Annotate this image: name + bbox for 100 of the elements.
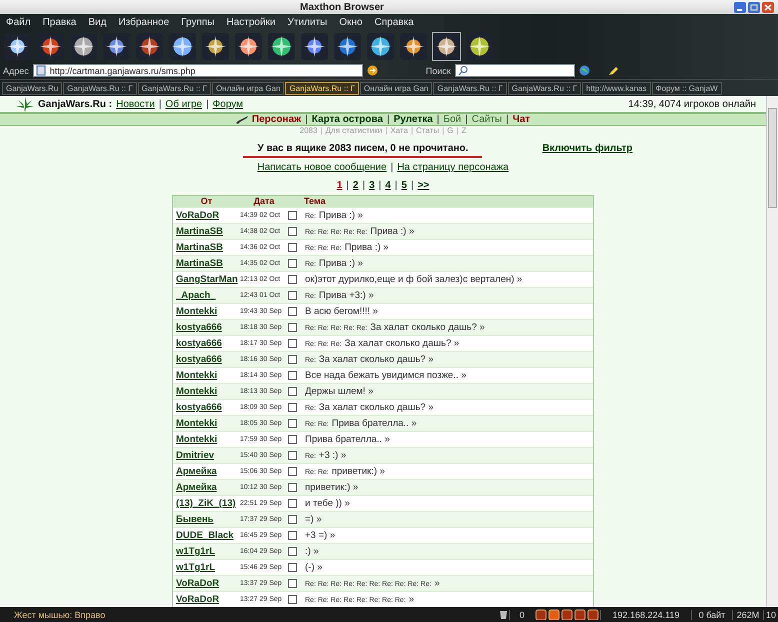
action-link[interactable]: На страницу персонажа (397, 162, 509, 173)
search-field[interactable] (454, 64, 575, 77)
page-link[interactable]: 5 (401, 180, 407, 191)
browser-tab[interactable]: GanjaWars.Ru (2, 82, 62, 94)
filter-link[interactable]: Включить фильтр (542, 143, 632, 154)
menu-item[interactable]: Настройки (226, 17, 276, 28)
sender-link[interactable]: _Apach_ (173, 290, 240, 301)
checkbox[interactable] (288, 307, 297, 316)
browser-tab[interactable]: GanjaWars.Ru :: Г (433, 82, 507, 94)
sender-link[interactable]: kostya666 (173, 402, 240, 413)
checkbox[interactable] (288, 467, 297, 476)
checkbox[interactable] (288, 371, 297, 380)
sender-link[interactable]: GangStarMan (173, 274, 240, 285)
checkbox[interactable] (288, 483, 297, 492)
checkbox[interactable] (288, 355, 297, 364)
sender-link[interactable]: Montekki (173, 306, 240, 317)
checkbox[interactable] (288, 515, 297, 524)
subject-link[interactable]: и тебе )) » (302, 498, 593, 509)
sender-link[interactable]: (13)_ZiK_(13) (173, 498, 240, 509)
subject-link[interactable]: (-) » (302, 562, 593, 573)
sender-link[interactable]: w1Tg1rL (173, 546, 240, 557)
nav-link[interactable]: Сайты (472, 114, 502, 125)
scrollbar[interactable] (766, 96, 778, 607)
sender-link[interactable]: VoRaDoR (173, 594, 240, 605)
checkbox[interactable] (288, 531, 297, 540)
burst-icon[interactable] (103, 33, 130, 60)
globe-icon[interactable] (578, 65, 590, 76)
menu-item[interactable]: Вид (88, 17, 106, 28)
sender-link[interactable]: kostya666 (173, 338, 240, 349)
burst-icon[interactable] (202, 33, 229, 60)
menu-item[interactable]: Файл (6, 17, 31, 28)
browser-tab[interactable]: http://www.kanas (582, 82, 651, 94)
subject-link[interactable]: В асю бегом!!!! » (302, 306, 593, 317)
checkbox[interactable] (288, 595, 297, 604)
checkbox[interactable] (288, 419, 297, 428)
menu-item[interactable]: Справка (374, 17, 414, 28)
subject-link[interactable]: +3 =) » (302, 530, 593, 541)
sender-link[interactable]: VoRaDoR (173, 578, 240, 589)
nav-link[interactable]: Персонаж (252, 114, 302, 125)
browser-tab[interactable]: Форум :: GanjaW (652, 82, 722, 94)
subject-link[interactable]: Держы шлем! » (302, 386, 593, 397)
minimize-icon[interactable] (734, 2, 746, 12)
subject-link[interactable]: Все нада бежать увидимся позже.. » (302, 370, 593, 381)
checkbox[interactable] (288, 211, 297, 220)
burst-icon[interactable] (235, 33, 262, 60)
header-link[interactable]: Новости (116, 98, 155, 110)
burst-icon[interactable] (400, 33, 427, 60)
burst-icon[interactable] (70, 33, 97, 60)
sender-link[interactable]: Montekki (173, 370, 240, 381)
nav-link[interactable]: Рулетка (394, 114, 433, 125)
sender-link[interactable]: kostya666 (173, 354, 240, 365)
checkbox[interactable] (288, 579, 297, 588)
checkbox[interactable] (288, 451, 297, 460)
header-link[interactable]: Об игре (165, 98, 202, 110)
burst-icon[interactable] (37, 33, 64, 60)
header-link[interactable]: Форум (212, 98, 244, 110)
sender-link[interactable]: VoRaDoR (173, 210, 240, 221)
sender-link[interactable]: Montekki (173, 386, 240, 397)
sender-link[interactable]: Бывень (173, 514, 240, 525)
burst-icon[interactable] (301, 33, 328, 60)
menu-item[interactable]: Окно (339, 17, 362, 28)
burst-icon[interactable] (367, 33, 394, 60)
page-link[interactable]: 3 (369, 180, 375, 191)
pencil-icon[interactable] (608, 65, 619, 76)
burst-icon[interactable] (433, 33, 460, 60)
browser-tab[interactable]: GanjaWars.Ru :: Г (285, 82, 359, 94)
address-field[interactable]: http://cartman.ganjawars.ru/sms.php (32, 64, 363, 77)
checkbox[interactable] (288, 339, 297, 348)
sender-link[interactable]: kostya666 (173, 322, 240, 333)
sender-link[interactable]: Dmitriev (173, 450, 240, 461)
subject-link[interactable]: Прива брателла.. » (302, 434, 593, 445)
checkbox[interactable] (288, 403, 297, 412)
menu-item[interactable]: Правка (42, 17, 76, 28)
checkbox[interactable] (288, 547, 297, 556)
page-link[interactable]: 4 (385, 180, 391, 191)
sender-link[interactable]: Montekki (173, 434, 240, 445)
checkbox[interactable] (288, 227, 297, 236)
menu-item[interactable]: Избранное (118, 17, 170, 28)
subject-link[interactable]: :) » (302, 546, 593, 557)
browser-tab[interactable]: Онлайн игра Gan (360, 82, 432, 94)
subject-link[interactable]: приветик:) » (302, 482, 593, 493)
page-link[interactable]: 1 (336, 180, 342, 191)
checkbox[interactable] (288, 387, 297, 396)
sender-link[interactable]: Армейка (173, 482, 240, 493)
checkbox[interactable] (288, 435, 297, 444)
menu-item[interactable]: Утилиты (288, 17, 328, 28)
burst-icon[interactable] (169, 33, 196, 60)
sender-link[interactable]: MartinaSB (173, 226, 240, 237)
browser-tab[interactable]: Онлайн игра Gan (212, 82, 284, 94)
nav-link[interactable]: Карта острова (312, 114, 383, 125)
checkbox[interactable] (288, 499, 297, 508)
sender-link[interactable]: Montekki (173, 418, 240, 429)
go-icon[interactable] (366, 65, 378, 76)
burst-icon[interactable] (466, 33, 493, 60)
sender-link[interactable]: Армейка (173, 466, 240, 477)
close-icon[interactable] (762, 2, 774, 12)
sender-link[interactable]: DUDE_Black (173, 530, 240, 541)
sender-link[interactable]: MartinaSB (173, 258, 240, 269)
sender-link[interactable]: w1Tg1rL (173, 562, 240, 573)
burst-icon[interactable] (268, 33, 295, 60)
